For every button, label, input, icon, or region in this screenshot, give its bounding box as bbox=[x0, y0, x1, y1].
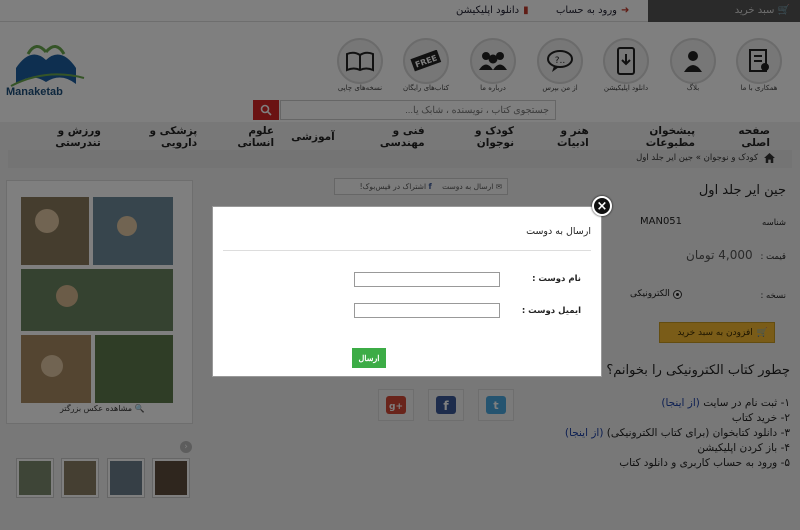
send-button[interactable]: ارسال bbox=[352, 348, 386, 368]
dialog-divider bbox=[223, 250, 591, 251]
friend-email-label: ایمیل دوست : bbox=[521, 306, 581, 316]
friend-name-input[interactable] bbox=[354, 272, 500, 287]
close-icon[interactable]: × bbox=[592, 196, 612, 216]
friend-name-label: نام دوست : bbox=[532, 274, 581, 284]
dialog-title: ارسال به دوست bbox=[526, 226, 591, 237]
friend-email-input[interactable] bbox=[354, 303, 500, 318]
send-to-friend-dialog: ارسال به دوست نام دوست : ایمیل دوست : ار… bbox=[212, 206, 602, 377]
